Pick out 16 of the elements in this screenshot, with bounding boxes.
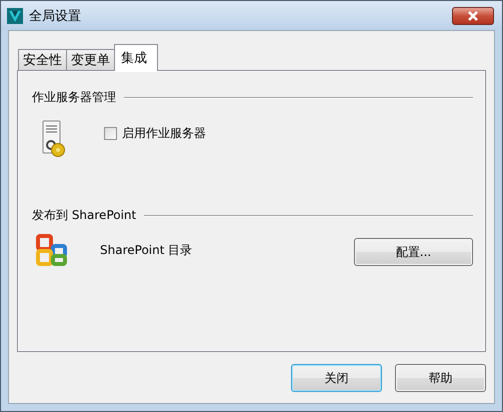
tab[interactable]: 集成	[114, 44, 158, 71]
sharepoint-directory-label: SharePoint 目录	[100, 242, 194, 259]
tab[interactable]: 安全性	[18, 49, 67, 70]
server-gear-icon	[42, 120, 66, 158]
section-title: 作业服务器管理	[32, 89, 116, 106]
tab[interactable]: 变更单	[66, 49, 115, 70]
dialog-button[interactable]: 帮助	[395, 364, 486, 392]
office-logo-icon	[36, 234, 68, 266]
close-button[interactable]	[452, 6, 494, 24]
app-logo-icon	[7, 8, 23, 24]
window-title: 全局设置	[29, 8, 82, 24]
dialog-button[interactable]: 关闭	[291, 364, 382, 392]
close-icon	[466, 10, 480, 20]
enable-checkbox[interactable]: 启用作业服务器	[104, 125, 206, 142]
section-title: 发布到 SharePoint	[32, 207, 136, 224]
configure-button[interactable]: 配置...	[354, 238, 473, 266]
